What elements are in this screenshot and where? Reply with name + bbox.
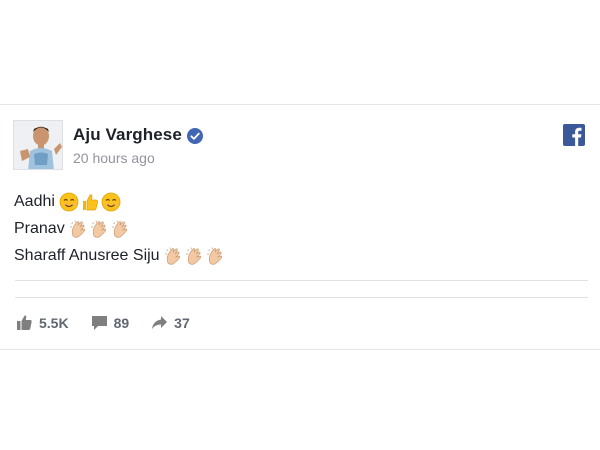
clapping-hands-emoji-icon bbox=[185, 246, 201, 265]
comment-count-button[interactable]: 89 bbox=[91, 314, 130, 331]
post-line-sharaff: Sharaff Anusree Siju bbox=[14, 242, 227, 269]
post-line-text: Sharaff Anusree Siju bbox=[14, 246, 160, 264]
author-avatar[interactable] bbox=[13, 120, 63, 170]
thumbs-up-icon bbox=[17, 315, 32, 330]
thumbs-up-emoji-icon bbox=[82, 193, 98, 210]
post-line-aadhi: Aadhi bbox=[14, 188, 227, 215]
smiling-face-emoji-icon bbox=[59, 192, 79, 211]
clapping-hands-emoji-icon bbox=[111, 219, 127, 238]
post-line-text: Pranav bbox=[14, 219, 65, 237]
content-divider bbox=[15, 280, 588, 281]
share-count: 37 bbox=[174, 314, 190, 331]
clapping-hands-emoji-icon bbox=[69, 219, 85, 238]
comment-count: 89 bbox=[113, 314, 130, 331]
like-count-button[interactable]: 5.5K bbox=[16, 314, 69, 331]
comment-icon bbox=[91, 315, 107, 330]
clapping-hands-emoji-icon bbox=[90, 219, 106, 238]
post-body: Aadhi Pranav Sharaff Anusree Siju bbox=[14, 188, 227, 269]
stats-divider bbox=[15, 297, 588, 298]
verified-badge-icon bbox=[187, 128, 203, 144]
smiling-face-emoji-icon bbox=[101, 192, 121, 211]
engagement-stats: 5.5K 89 37 bbox=[16, 314, 212, 331]
post-line-pranav: Pranav bbox=[14, 215, 227, 242]
share-arrow-icon bbox=[152, 316, 168, 329]
post-line-text: Aadhi bbox=[14, 192, 55, 210]
like-count: 5.5K bbox=[39, 314, 69, 331]
clapping-hands-emoji-icon bbox=[206, 246, 222, 265]
share-count-button[interactable]: 37 bbox=[151, 315, 190, 331]
author-name[interactable]: Aju Varghese bbox=[73, 125, 182, 145]
clapping-hands-emoji-icon bbox=[164, 246, 180, 265]
post-timestamp[interactable]: 20 hours ago bbox=[73, 150, 155, 166]
facebook-logo-icon[interactable] bbox=[563, 124, 585, 146]
